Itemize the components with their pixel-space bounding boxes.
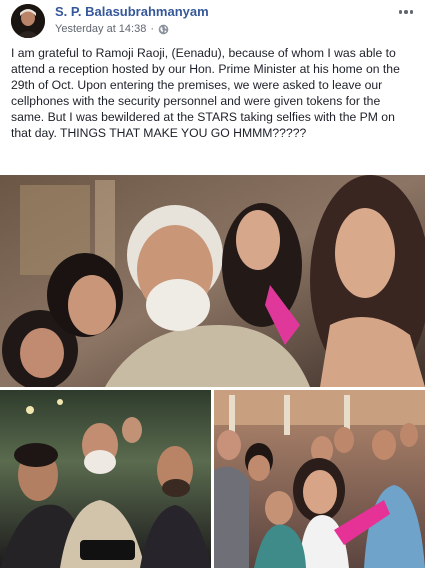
group-selfie-photo xyxy=(0,175,425,387)
author-avatar[interactable] xyxy=(11,4,45,38)
post-body-text: I am grateful to Ramoji Raoji, (Eenadu),… xyxy=(11,46,400,140)
author-name-link[interactable]: S. P. Balasubrahmanyam xyxy=(55,4,209,19)
meta-separator: · xyxy=(150,23,155,35)
group-selfie-photo xyxy=(0,390,211,568)
main-selfie-photo[interactable] xyxy=(0,175,425,387)
globe-icon[interactable] xyxy=(158,24,169,35)
bottom-right-selfie-photo[interactable] xyxy=(214,390,425,568)
post-meta: Yesterday at 14:38 · xyxy=(55,23,169,35)
post-timestamp[interactable]: Yesterday at 14:38 xyxy=(55,23,146,35)
more-options-icon[interactable] xyxy=(396,6,416,18)
avatar-portrait-icon xyxy=(11,4,45,38)
facebook-post: S. P. Balasubrahmanyam Yesterday at 14:3… xyxy=(0,0,425,568)
post-header: S. P. Balasubrahmanyam Yesterday at 14:3… xyxy=(0,0,425,42)
bottom-left-selfie-photo[interactable] xyxy=(0,390,211,568)
group-selfie-photo xyxy=(214,390,425,568)
